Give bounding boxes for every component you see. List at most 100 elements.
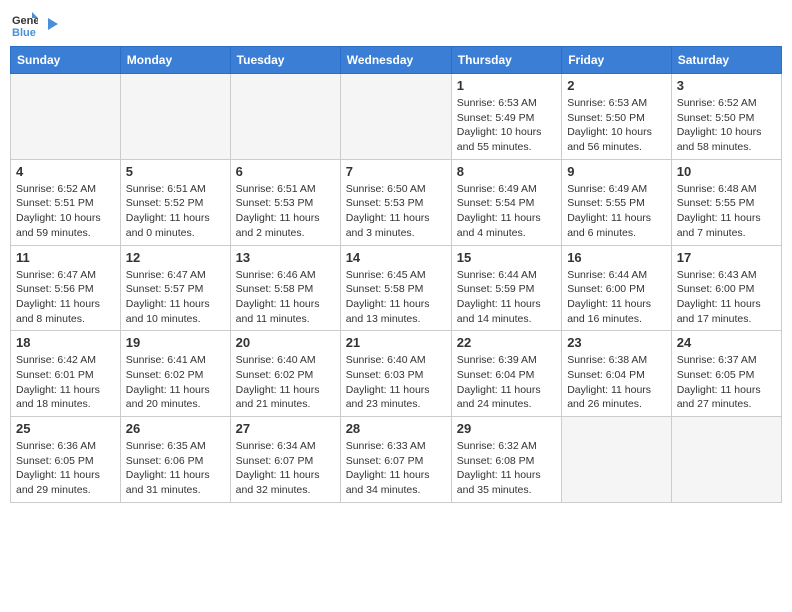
weekday-header: Saturday bbox=[671, 47, 781, 74]
calendar-cell: 6 Sunrise: 6:51 AM Sunset: 5:53 PM Daylig… bbox=[230, 159, 340, 245]
weekday-header: Thursday bbox=[451, 47, 561, 74]
day-number: 17 bbox=[677, 250, 776, 265]
day-number: 26 bbox=[126, 421, 225, 436]
calendar-week-row: 1 Sunrise: 6:53 AM Sunset: 5:49 PM Daylig… bbox=[11, 74, 782, 160]
calendar-cell: 5 Sunrise: 6:51 AM Sunset: 5:52 PM Daylig… bbox=[120, 159, 230, 245]
day-number: 19 bbox=[126, 335, 225, 350]
calendar-cell: 13Sunrise: 6:46 AM Sunset: 5:58 PM Dayli… bbox=[230, 245, 340, 331]
day-info: Sunrise: 6:45 AM Sunset: 5:58 PM Dayligh… bbox=[346, 268, 446, 327]
page-header: General Blue bbox=[10, 10, 782, 38]
calendar-cell: 4 Sunrise: 6:52 AM Sunset: 5:51 PM Daylig… bbox=[11, 159, 121, 245]
day-info: Sunrise: 6:40 AM Sunset: 6:03 PM Dayligh… bbox=[346, 353, 446, 412]
day-number: 7 bbox=[346, 164, 446, 179]
day-info: Sunrise: 6:32 AM Sunset: 6:08 PM Dayligh… bbox=[457, 439, 556, 498]
day-number: 18 bbox=[16, 335, 115, 350]
calendar-cell: 14 Sunrise: 6:45 AM Sunset: 5:58 PM Dayli… bbox=[340, 245, 451, 331]
day-number: 2 bbox=[567, 78, 666, 93]
calendar-cell: 3 Sunrise: 6:52 AM Sunset: 5:50 PM Daylig… bbox=[671, 74, 781, 160]
day-info: Sunrise: 6:52 AM Sunset: 5:50 PM Dayligh… bbox=[677, 96, 776, 155]
weekday-header: Wednesday bbox=[340, 47, 451, 74]
day-number: 22 bbox=[457, 335, 556, 350]
day-info: Sunrise: 6:41 AM Sunset: 6:02 PM Dayligh… bbox=[126, 353, 225, 412]
calendar-cell bbox=[120, 74, 230, 160]
calendar-cell: 22 Sunrise: 6:39 AM Sunset: 6:04 PM Dayli… bbox=[451, 331, 561, 417]
calendar-cell: 7 Sunrise: 6:50 AM Sunset: 5:53 PM Daylig… bbox=[340, 159, 451, 245]
day-info: Sunrise: 6:53 AM Sunset: 5:50 PM Dayligh… bbox=[567, 96, 666, 155]
calendar-cell bbox=[340, 74, 451, 160]
day-info: Sunrise: 6:51 AM Sunset: 5:52 PM Dayligh… bbox=[126, 182, 225, 241]
day-info: Sunrise: 6:35 AM Sunset: 6:06 PM Dayligh… bbox=[126, 439, 225, 498]
day-info: Sunrise: 6:49 AM Sunset: 5:54 PM Dayligh… bbox=[457, 182, 556, 241]
day-number: 23 bbox=[567, 335, 666, 350]
day-number: 16 bbox=[567, 250, 666, 265]
calendar-table: SundayMondayTuesdayWednesdayThursdayFrid… bbox=[10, 46, 782, 503]
day-info: Sunrise: 6:44 AM Sunset: 6:00 PM Dayligh… bbox=[567, 268, 666, 327]
calendar-cell bbox=[11, 74, 121, 160]
calendar-header-row: SundayMondayTuesdayWednesdayThursdayFrid… bbox=[11, 47, 782, 74]
calendar-cell: 27 Sunrise: 6:34 AM Sunset: 6:07 PM Dayli… bbox=[230, 417, 340, 503]
day-info: Sunrise: 6:53 AM Sunset: 5:49 PM Dayligh… bbox=[457, 96, 556, 155]
day-info: Sunrise: 6:47 AM Sunset: 5:57 PM Dayligh… bbox=[126, 268, 225, 327]
day-number: 1 bbox=[457, 78, 556, 93]
day-info: Sunrise: 6:33 AM Sunset: 6:07 PM Dayligh… bbox=[346, 439, 446, 498]
day-info: Sunrise: 6:52 AM Sunset: 5:51 PM Dayligh… bbox=[16, 182, 115, 241]
day-number: 3 bbox=[677, 78, 776, 93]
calendar-cell: 25 Sunrise: 6:36 AM Sunset: 6:05 PM Dayli… bbox=[11, 417, 121, 503]
weekday-header: Tuesday bbox=[230, 47, 340, 74]
day-info: Sunrise: 6:43 AM Sunset: 6:00 PM Dayligh… bbox=[677, 268, 776, 327]
calendar-cell: 1 Sunrise: 6:53 AM Sunset: 5:49 PM Daylig… bbox=[451, 74, 561, 160]
day-number: 29 bbox=[457, 421, 556, 436]
logo-arrow-icon bbox=[44, 16, 60, 32]
calendar-week-row: 18 Sunrise: 6:42 AM Sunset: 6:01 PM Dayli… bbox=[11, 331, 782, 417]
day-number: 8 bbox=[457, 164, 556, 179]
day-number: 12 bbox=[126, 250, 225, 265]
day-number: 10 bbox=[677, 164, 776, 179]
day-info: Sunrise: 6:42 AM Sunset: 6:01 PM Dayligh… bbox=[16, 353, 115, 412]
weekday-header: Friday bbox=[562, 47, 672, 74]
day-info: Sunrise: 6:39 AM Sunset: 6:04 PM Dayligh… bbox=[457, 353, 556, 412]
logo: General Blue bbox=[10, 10, 60, 38]
calendar-cell: 29 Sunrise: 6:32 AM Sunset: 6:08 PM Dayli… bbox=[451, 417, 561, 503]
day-info: Sunrise: 6:46 AM Sunset: 5:58 PM Dayligh… bbox=[236, 268, 335, 327]
calendar-cell bbox=[562, 417, 672, 503]
day-number: 20 bbox=[236, 335, 335, 350]
calendar-week-row: 25 Sunrise: 6:36 AM Sunset: 6:05 PM Dayli… bbox=[11, 417, 782, 503]
calendar-cell bbox=[230, 74, 340, 160]
day-number: 5 bbox=[126, 164, 225, 179]
day-number: 21 bbox=[346, 335, 446, 350]
day-number: 27 bbox=[236, 421, 335, 436]
calendar-cell: 15Sunrise: 6:44 AM Sunset: 5:59 PM Dayli… bbox=[451, 245, 561, 331]
day-info: Sunrise: 6:48 AM Sunset: 5:55 PM Dayligh… bbox=[677, 182, 776, 241]
day-info: Sunrise: 6:40 AM Sunset: 6:02 PM Dayligh… bbox=[236, 353, 335, 412]
svg-text:Blue: Blue bbox=[12, 27, 36, 38]
day-info: Sunrise: 6:38 AM Sunset: 6:04 PM Dayligh… bbox=[567, 353, 666, 412]
calendar-cell: 20 Sunrise: 6:40 AM Sunset: 6:02 PM Dayli… bbox=[230, 331, 340, 417]
day-number: 15 bbox=[457, 250, 556, 265]
day-number: 11 bbox=[16, 250, 115, 265]
logo-icon: General Blue bbox=[10, 10, 38, 38]
calendar-cell: 21 Sunrise: 6:40 AM Sunset: 6:03 PM Dayli… bbox=[340, 331, 451, 417]
calendar-cell: 9Sunrise: 6:49 AM Sunset: 5:55 PM Daylig… bbox=[562, 159, 672, 245]
calendar-cell: 2 Sunrise: 6:53 AM Sunset: 5:50 PM Daylig… bbox=[562, 74, 672, 160]
calendar-week-row: 4 Sunrise: 6:52 AM Sunset: 5:51 PM Daylig… bbox=[11, 159, 782, 245]
weekday-header: Monday bbox=[120, 47, 230, 74]
calendar-cell: 26 Sunrise: 6:35 AM Sunset: 6:06 PM Dayli… bbox=[120, 417, 230, 503]
day-info: Sunrise: 6:34 AM Sunset: 6:07 PM Dayligh… bbox=[236, 439, 335, 498]
day-info: Sunrise: 6:50 AM Sunset: 5:53 PM Dayligh… bbox=[346, 182, 446, 241]
day-info: Sunrise: 6:51 AM Sunset: 5:53 PM Dayligh… bbox=[236, 182, 335, 241]
calendar-cell: 23 Sunrise: 6:38 AM Sunset: 6:04 PM Dayli… bbox=[562, 331, 672, 417]
calendar-cell: 10 Sunrise: 6:48 AM Sunset: 5:55 PM Dayli… bbox=[671, 159, 781, 245]
calendar-cell: 28 Sunrise: 6:33 AM Sunset: 6:07 PM Dayli… bbox=[340, 417, 451, 503]
calendar-cell: 12 Sunrise: 6:47 AM Sunset: 5:57 PM Dayli… bbox=[120, 245, 230, 331]
day-info: Sunrise: 6:37 AM Sunset: 6:05 PM Dayligh… bbox=[677, 353, 776, 412]
calendar-cell: 24Sunrise: 6:37 AM Sunset: 6:05 PM Dayli… bbox=[671, 331, 781, 417]
day-info: Sunrise: 6:36 AM Sunset: 6:05 PM Dayligh… bbox=[16, 439, 115, 498]
calendar-cell: 11Sunrise: 6:47 AM Sunset: 5:56 PM Dayli… bbox=[11, 245, 121, 331]
day-number: 14 bbox=[346, 250, 446, 265]
day-number: 28 bbox=[346, 421, 446, 436]
calendar-week-row: 11Sunrise: 6:47 AM Sunset: 5:56 PM Dayli… bbox=[11, 245, 782, 331]
day-number: 6 bbox=[236, 164, 335, 179]
day-number: 4 bbox=[16, 164, 115, 179]
day-info: Sunrise: 6:49 AM Sunset: 5:55 PM Dayligh… bbox=[567, 182, 666, 241]
day-number: 25 bbox=[16, 421, 115, 436]
